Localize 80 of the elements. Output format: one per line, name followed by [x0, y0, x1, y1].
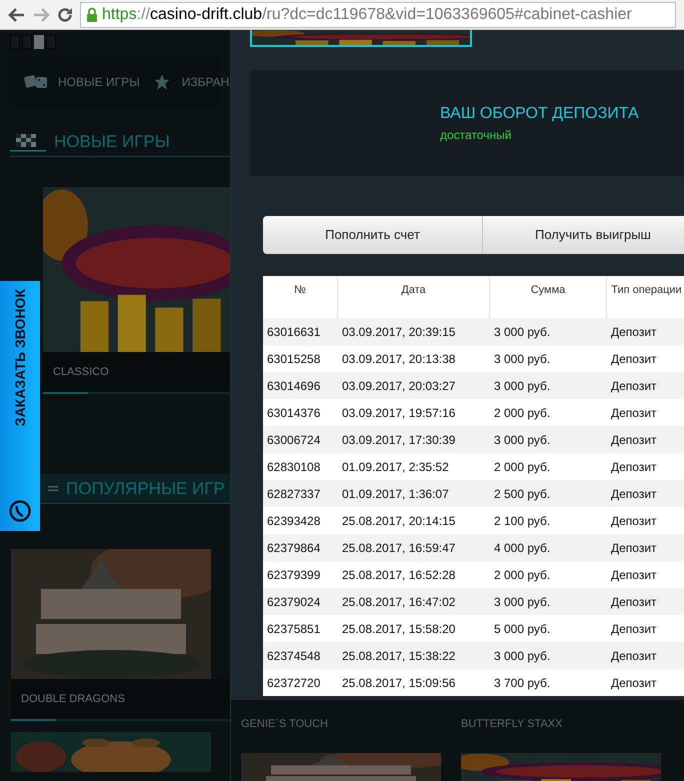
game-title[interactable]: CLASSICO — [53, 364, 109, 380]
table-cell-text: Депозит — [610, 432, 658, 448]
category-link[interactable]: НОВЫЕ ИГРЫ — [58, 73, 140, 91]
table-cell-text: Депозит — [610, 350, 658, 368]
section-title: ПОПУЛЯРНЫЕ ИГР — [66, 478, 225, 500]
table-cell-text: 3 700 руб. — [493, 674, 552, 692]
table-cell-text: 3 000 руб. — [493, 350, 552, 368]
table-cell-text: 2 500 руб. — [493, 486, 552, 502]
table-cell-text: 25.08.2017, 15:09:56 — [341, 674, 456, 692]
forward-icon[interactable] — [32, 6, 50, 22]
table-cell-text: Депозит — [610, 540, 658, 556]
table-cell-text: 3 000 руб. — [493, 324, 552, 340]
table-cell-text: 25.08.2017, 20:14:15 — [341, 512, 456, 530]
table-cell-text: 01.09.2017, 2:35:52 — [341, 458, 450, 476]
table-cell-text: 62379399 — [266, 566, 322, 584]
section-title: НОВЫЕ ИГРЫ — [54, 130, 170, 153]
table-cell-text: Депозит — [610, 594, 658, 610]
table-cell-text: 2 100 руб. — [493, 512, 552, 530]
table-cell-text: Депозит — [610, 566, 658, 584]
phone-icon — [8, 499, 32, 523]
table-cell-text: 25.08.2017, 16:59:47 — [341, 540, 456, 556]
table-cell-text: 25.08.2017, 15:38:22 — [341, 648, 456, 664]
url-text: https://casino-drift.club/ru?dc=dc119678&vid=1063369605#cabinet-cashier — [102, 4, 632, 24]
table-cell-text: 25.08.2017, 16:52:28 — [341, 566, 456, 584]
table-cell-text: 03.09.2017, 20:13:38 — [341, 350, 456, 368]
table-cell-text: Депозит — [610, 404, 658, 422]
callback-label: ЗАКАЗАТЬ ЗВОНОК — [10, 289, 28, 426]
reload-icon[interactable] — [56, 6, 74, 24]
table-cell-text: 62379864 — [266, 540, 322, 556]
callback-tab[interactable]: ЗАКАЗАТЬ ЗВОНОК — [0, 281, 40, 531]
checkered-flag-icon — [10, 132, 46, 152]
table-cell-text: 2 000 руб. — [493, 458, 552, 476]
game-title[interactable]: BUTTERFLY STAXX — [461, 716, 571, 732]
table-cell-text: Депозит — [610, 620, 658, 638]
table-cell-text: 5 000 руб. — [493, 620, 552, 638]
table-cell-text: Депозит — [610, 674, 658, 692]
table-cell-text: 63014696 — [266, 378, 322, 394]
table-cell-text: Депозит — [610, 512, 658, 530]
table-cell-text: 63015258 — [266, 350, 322, 368]
dice-icon — [24, 74, 48, 90]
table-cell-text: Депозит — [610, 378, 658, 394]
table-cell-text: 63016631 — [266, 324, 322, 340]
address-bar[interactable]: https://casino-drift.club/ru?dc=dc119678&vid=1063369605#cabinet-cashier — [80, 2, 676, 28]
table-cell-text: 2 000 руб. — [493, 566, 552, 584]
table-cell-text: 63014376 — [266, 404, 322, 422]
cashier-tab-button[interactable]: Пополнить счет — [263, 216, 483, 254]
table-cell-text: 62379024 — [266, 594, 322, 610]
table-cell-text: 3 000 руб. — [493, 378, 552, 394]
table-cell-text: 03.09.2017, 17:30:39 — [341, 432, 456, 448]
table-cell-text: 03.09.2017, 20:03:27 — [341, 378, 456, 394]
table-cell-text: 62372720 — [266, 674, 322, 692]
table-cell-text: 25.08.2017, 16:47:02 — [341, 594, 456, 610]
table-cell-text: 62830108 — [266, 458, 322, 476]
table-cell-text: 62375851 — [266, 620, 322, 638]
lock-icon — [86, 7, 98, 22]
table-cell-text: Депозит — [610, 324, 658, 340]
table-cell-text: 03.09.2017, 19:57:16 — [341, 404, 456, 422]
category-link[interactable]: ИЗБРАН — [182, 73, 230, 91]
table-cell-text: 03.09.2017, 20:39:15 — [341, 324, 456, 340]
table-cell-text: 63006724 — [266, 432, 322, 448]
table-cell-text: 62393428 — [266, 512, 322, 530]
table-cell-text: 62374548 — [266, 648, 322, 664]
turnover-title: ВАШ ОБОРОТ ДЕПОЗИТА — [440, 104, 640, 124]
game-title[interactable]: GENIE´S TOUCH — [241, 716, 351, 732]
table-cell-text: 3 000 руб. — [493, 648, 552, 664]
game-title[interactable]: DOUBLE DRAGONS — [21, 690, 125, 708]
table-cell-text: 62827337 — [266, 486, 322, 502]
table-cell-text: 2 000 руб. — [493, 404, 552, 422]
table-cell-text: 3 000 руб. — [493, 594, 552, 610]
back-icon[interactable] — [8, 6, 26, 22]
table-cell-text: Депозит — [610, 486, 658, 502]
table-cell-text: 25.08.2017, 15:58:20 — [341, 620, 456, 638]
cashier-tab-button[interactable]: Получить выигрыш — [483, 216, 684, 254]
table-cell-text: 01.09.2017, 1:36:07 — [341, 486, 450, 502]
table-cell-text: 4 000 руб. — [493, 540, 552, 556]
table-cell-text: 3 000 руб. — [493, 432, 552, 448]
lines-icon — [48, 486, 58, 491]
table-cell-text: Депозит — [610, 648, 658, 664]
table-cell-text: Депозит — [610, 458, 658, 476]
turnover-status: достаточный — [440, 127, 512, 144]
